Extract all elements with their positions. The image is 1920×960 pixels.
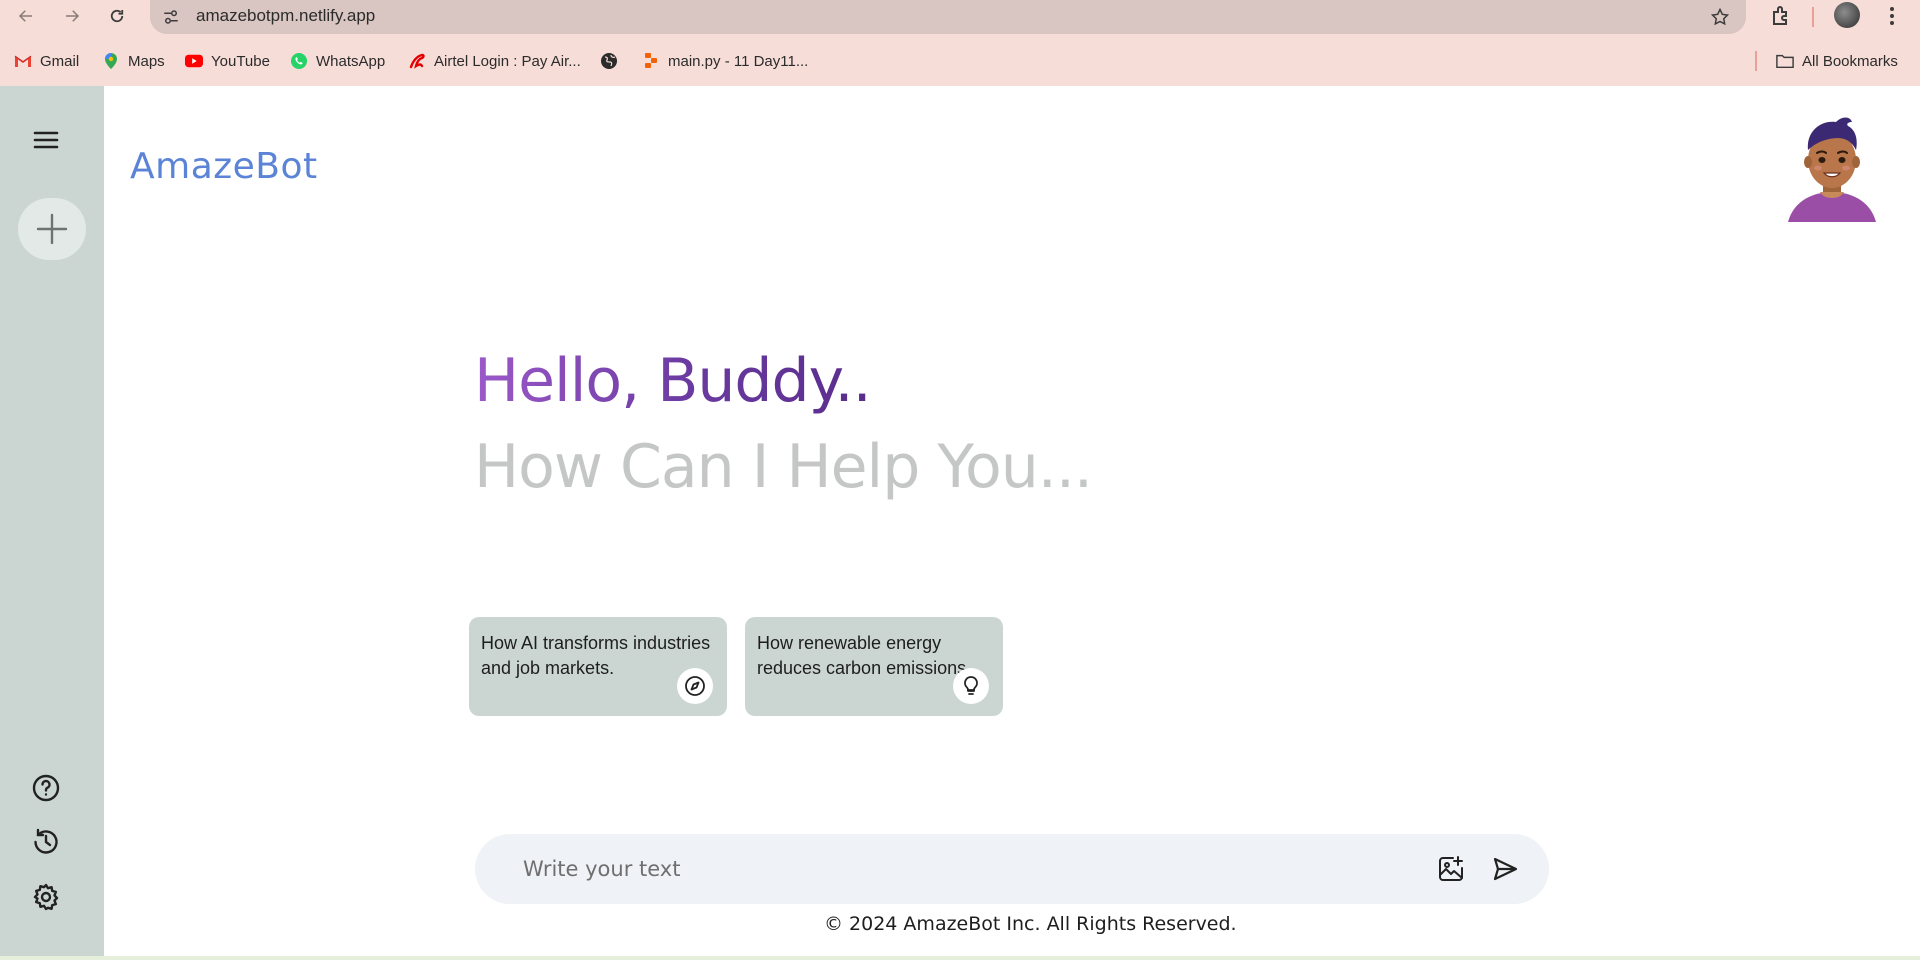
bottom-edge [0, 956, 1920, 960]
sidebar [0, 86, 104, 958]
suggestion-text: How renewable energy reduces carbon emis… [757, 633, 972, 678]
prompt-composer [475, 834, 1549, 904]
new-chat-button[interactable] [18, 198, 86, 260]
extensions-icon[interactable] [1770, 4, 1794, 28]
footer-copyright: © 2024 AmazeBot Inc. All Rights Reserved… [824, 913, 1237, 935]
suggestion-card-energy[interactable]: How renewable energy reduces carbon emis… [745, 617, 1003, 716]
menu-button[interactable] [28, 122, 64, 158]
youtube-icon [185, 52, 203, 70]
forward-arrow-icon [66, 10, 80, 22]
bookmark-maps[interactable]: Maps [102, 46, 165, 76]
upload-image-button[interactable] [1433, 851, 1469, 887]
globe-icon [600, 52, 618, 70]
greeting-heading: Hello, Buddy.. [474, 346, 872, 416]
back-arrow-icon [18, 10, 32, 22]
bookmark-label: Gmail [40, 52, 80, 70]
airtel-icon [408, 52, 426, 70]
help-subheading: How Can I Help You... [474, 432, 1093, 502]
bookmark-replit[interactable]: main.py - 11 Day11... [642, 46, 808, 76]
bookmark-star-icon[interactable] [1710, 7, 1730, 27]
bookmark-label: main.py - 11 Day11... [668, 52, 809, 70]
prompt-input[interactable] [523, 850, 1383, 888]
hamburger-menu-icon [33, 131, 59, 149]
send-button[interactable] [1487, 851, 1523, 887]
bookmark-label: Maps [128, 52, 165, 70]
more-options-icon[interactable] [1880, 4, 1904, 28]
add-image-icon [1439, 856, 1463, 881]
settings-button[interactable] [28, 879, 64, 915]
user-avatar[interactable] [1782, 110, 1882, 228]
toolbar-divider [1812, 7, 1814, 27]
help-button[interactable] [28, 770, 64, 806]
reload-icon [110, 9, 124, 23]
bookmark-youtube[interactable]: YouTube [185, 46, 270, 76]
profile-avatar[interactable] [1834, 2, 1860, 28]
bookmarks-bar: Gmail Maps YouTube WhatsApp Airtel Login… [0, 46, 1920, 76]
bookmarks-divider [1755, 51, 1757, 71]
send-icon [1493, 857, 1518, 881]
whatsapp-icon [290, 52, 308, 70]
suggestion-card-ai[interactable]: How AI transforms industries and job mar… [469, 617, 727, 716]
address-bar[interactable]: amazebotpm.netlify.app [150, 0, 1746, 34]
forward-button[interactable] [58, 2, 86, 30]
replit-icon [642, 52, 660, 70]
reload-button[interactable] [103, 2, 131, 30]
all-bookmarks-button[interactable]: All Bookmarks [1776, 46, 1898, 76]
address-row: amazebotpm.netlify.app [0, 0, 1920, 34]
bookmark-label: YouTube [211, 52, 270, 70]
history-icon [34, 828, 58, 854]
gear-icon [33, 883, 59, 911]
history-button[interactable] [28, 824, 64, 860]
suggestion-text: How AI transforms industries and job mar… [481, 633, 711, 678]
bulb-icon [953, 668, 989, 704]
bookmark-whatsapp[interactable]: WhatsApp [290, 46, 385, 76]
folder-icon [1776, 52, 1794, 70]
help-icon [32, 774, 60, 802]
brand-logo-text: AmazeBot [130, 146, 318, 187]
back-button[interactable] [12, 2, 40, 30]
gmail-icon [14, 52, 32, 70]
compass-icon [677, 668, 713, 704]
maps-icon [102, 52, 120, 70]
bookmark-globe[interactable] [600, 46, 618, 76]
bookmark-gmail[interactable]: Gmail [14, 46, 79, 76]
all-bookmarks-label: All Bookmarks [1802, 52, 1898, 70]
plus-icon [36, 213, 68, 245]
bookmark-label: WhatsApp [316, 52, 386, 70]
bookmark-airtel[interactable]: Airtel Login : Pay Air... [408, 46, 581, 76]
url-text[interactable]: amazebotpm.netlify.app [196, 6, 375, 26]
bookmark-label: Airtel Login : Pay Air... [434, 52, 581, 70]
browser-toolbar: amazebotpm.netlify.app Gmail Maps YouTub… [0, 0, 1920, 86]
site-settings-icon[interactable] [162, 8, 180, 26]
